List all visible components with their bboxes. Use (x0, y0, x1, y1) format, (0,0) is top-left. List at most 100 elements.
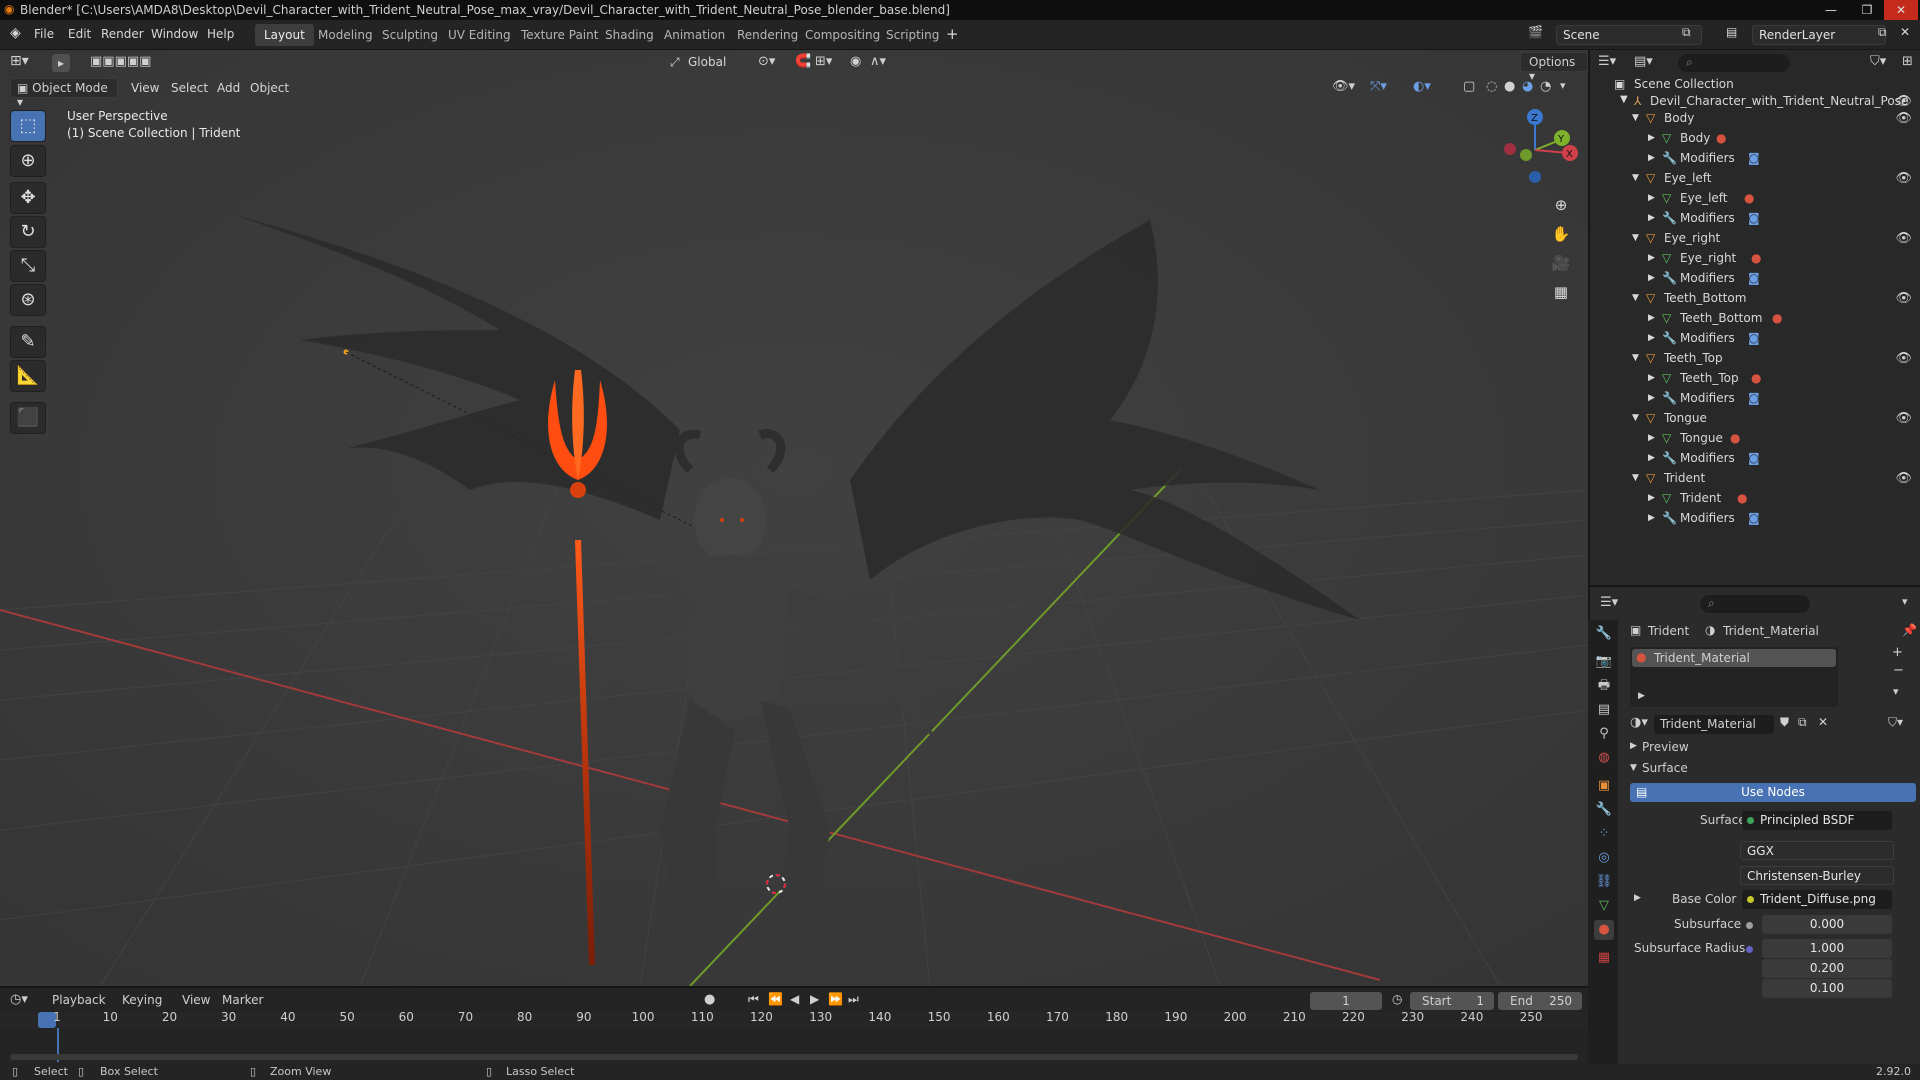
menu-render[interactable]: Render (101, 27, 144, 41)
outliner-modifiers-eye-left[interactable]: ▶ 🔧 Modifiers ◙ (1590, 208, 1920, 228)
constraints-tab-icon[interactable]: ⛓ (1594, 872, 1614, 892)
menu-window[interactable]: Window (151, 27, 198, 41)
slot-specials-icon[interactable]: ▾ (1893, 685, 1899, 698)
options-button[interactable]: Options ▾ (1520, 52, 1588, 83)
tab-sculpting[interactable]: Sculpting (373, 24, 447, 46)
modifier-icon[interactable]: ◙ (1748, 271, 1760, 285)
blender-menu-icon[interactable]: ◈ (10, 25, 21, 41)
visibility-eye-icon[interactable]: 👁 (1895, 411, 1912, 426)
subsurface-method-select[interactable]: Christensen-Burley (1740, 866, 1894, 885)
select-tool-button[interactable]: ⬚ (10, 110, 46, 142)
timeline-menu-view[interactable]: View (182, 993, 210, 1007)
disclosure-triangle-icon[interactable]: ▼ (1632, 293, 1639, 303)
outliner-search-input[interactable]: ⌕ (1678, 54, 1790, 72)
viewport-menu-object[interactable]: Object (250, 81, 289, 95)
output-tab-icon[interactable]: 🖶 (1594, 676, 1614, 696)
material-icon[interactable]: ● (1751, 251, 1761, 265)
maximize-button[interactable]: ❐ (1850, 0, 1884, 20)
new-view-layer-icon[interactable]: ⧉ (1878, 25, 1887, 40)
add-workspace-icon[interactable]: + (946, 25, 959, 43)
start-frame-field[interactable]: Start 1 (1410, 992, 1494, 1010)
visibility-icon[interactable]: 👁▾ (1332, 79, 1355, 94)
outliner-object-eye-right[interactable]: ▼ ▽ Eye_right 👁 (1590, 228, 1920, 248)
outliner-mesh-tongue[interactable]: ▶ ▽ Tongue ● (1590, 428, 1920, 448)
tab-compositing[interactable]: Compositing (796, 24, 889, 46)
timeline-menu-playback[interactable]: Playback (52, 993, 106, 1007)
timeline-menu-keying[interactable]: Keying (122, 993, 162, 1007)
properties-search-input[interactable]: ⌕ (1700, 595, 1810, 613)
material-shading-icon[interactable]: ◕ (1522, 79, 1533, 94)
view-layer-icon[interactable]: ▤ (1726, 25, 1737, 39)
close-button[interactable]: ✕ (1884, 0, 1918, 20)
disclosure-triangle-icon[interactable]: ▶ (1648, 373, 1655, 383)
material-browse-icon[interactable]: ◑▾ (1630, 715, 1648, 730)
filter-icon[interactable]: ⛉▾ (1870, 54, 1886, 69)
jump-end-icon[interactable]: ⏭ (848, 992, 859, 1007)
modifier-icon[interactable]: ◙ (1748, 511, 1760, 525)
tab-texture-paint[interactable]: Texture Paint (512, 24, 607, 46)
editor-type-icon[interactable]: ⊞▾ (10, 53, 29, 69)
pivot-point-icon[interactable]: ⊙▾ (758, 54, 775, 69)
disclosure-triangle-icon[interactable]: ▼ (1620, 94, 1628, 105)
remove-slot-icon[interactable]: − (1893, 663, 1904, 678)
disclosure-triangle-icon[interactable]: ▶ (1630, 741, 1637, 751)
outliner-modifiers-teeth-top[interactable]: ▶ 🔧 Modifiers ◙ (1590, 388, 1920, 408)
falloff-icon[interactable]: ∧▾ (870, 54, 886, 69)
fake-user-icon[interactable]: ⛊ (1780, 715, 1789, 730)
select-box-mode-icon[interactable]: ▣▣▣▣▣ (90, 54, 151, 69)
new-collection-icon[interactable]: ⊞ (1902, 54, 1913, 69)
disclosure-triangle-icon[interactable]: ▼ (1632, 413, 1639, 423)
disclosure-triangle-icon[interactable]: ▶ (1648, 333, 1655, 343)
outliner-mesh-body[interactable]: ▶ ▽ Body ● (1590, 128, 1920, 148)
xray-icon[interactable]: ▢ (1463, 79, 1475, 94)
jump-keyframe-forward-icon[interactable]: ⏩ (828, 992, 843, 1006)
add-slot-icon[interactable]: + (1892, 645, 1903, 660)
outliner-mesh-teeth-top[interactable]: ▶ ▽ Teeth_Top ● (1590, 368, 1920, 388)
transform-orientation-select[interactable]: Global (688, 55, 726, 69)
duplicate-material-icon[interactable]: ⧉ (1798, 715, 1807, 730)
disclosure-triangle-icon[interactable]: ▼ (1632, 473, 1639, 483)
solid-shading-icon[interactable]: ● (1504, 79, 1515, 94)
proportional-edit-icon[interactable]: ◉ (850, 54, 861, 69)
distribution-select[interactable]: GGX (1740, 841, 1894, 860)
disclosure-triangle-icon[interactable]: ▼ (1632, 173, 1639, 183)
camera-view-icon[interactable]: 🎥 (1548, 250, 1574, 276)
tab-animation[interactable]: Animation (655, 24, 734, 46)
data-tab-icon[interactable]: ▽ (1594, 896, 1614, 916)
modifier-icon[interactable]: ◙ (1748, 331, 1760, 345)
base-color-field[interactable]: Trident_Diffuse.png (1742, 890, 1892, 909)
snap-icon[interactable]: 🧲 (795, 54, 811, 69)
outliner-mesh-teeth-bottom[interactable]: ▶ ▽ Teeth_Bottom ● (1590, 308, 1920, 328)
material-tab-icon[interactable]: ● (1594, 920, 1614, 940)
subsurface-radius-y[interactable]: 0.200 (1762, 959, 1892, 978)
visibility-eye-icon[interactable]: 👁 (1895, 351, 1912, 366)
viewport-menu-select[interactable]: Select (171, 81, 208, 95)
view-layer-selector[interactable]: RenderLayer (1752, 25, 1886, 45)
outliner-modifiers-tongue[interactable]: ▶ 🔧 Modifiers ◙ (1590, 448, 1920, 468)
disclosure-triangle-icon[interactable]: ▼ (1630, 763, 1637, 773)
visibility-eye-icon[interactable]: 👁 (1895, 291, 1912, 306)
move-tool-button[interactable]: ✥ (10, 182, 46, 214)
outliner-mesh-eye-right[interactable]: ▶ ▽ Eye_right ● (1590, 248, 1920, 268)
outliner-object-teeth-bottom[interactable]: ▼ ▽ Teeth_Bottom 👁 (1590, 288, 1920, 308)
ortho-grid-icon[interactable]: ▦ (1548, 279, 1574, 305)
unlink-material-icon[interactable]: ✕ (1818, 715, 1828, 729)
disclosure-triangle-icon[interactable]: ▶ (1648, 313, 1655, 323)
tab-shading[interactable]: Shading (596, 24, 663, 46)
subsurface-radius-x[interactable]: 1.000 (1762, 939, 1892, 958)
display-mode-icon[interactable]: ▤▾ (1634, 54, 1653, 69)
pin-icon[interactable]: 📌 (1902, 623, 1917, 637)
surface-panel-header[interactable]: Surface (1642, 761, 1688, 775)
outliner-mesh-eye-left[interactable]: ▶ ▽ Eye_left ● (1590, 188, 1920, 208)
jump-start-icon[interactable]: ⏮ (748, 992, 759, 1007)
outliner-modifiers-trident[interactable]: ▶ 🔧 Modifiers ◙ (1590, 508, 1920, 528)
overlay-toggle-icon[interactable]: ◐▾ (1413, 79, 1431, 94)
physics-tab-icon[interactable]: ◎ (1594, 848, 1614, 868)
modifier-icon[interactable]: ◙ (1748, 451, 1760, 465)
disclosure-triangle-icon[interactable]: ▶ (1648, 253, 1655, 263)
material-icon[interactable]: ● (1751, 371, 1761, 385)
record-icon[interactable]: ● (704, 992, 715, 1007)
tab-layout[interactable]: Layout (255, 24, 314, 46)
list-expand-icon[interactable]: ▶ (1638, 691, 1645, 701)
visibility-eye-icon[interactable]: 👁 (1895, 94, 1912, 109)
